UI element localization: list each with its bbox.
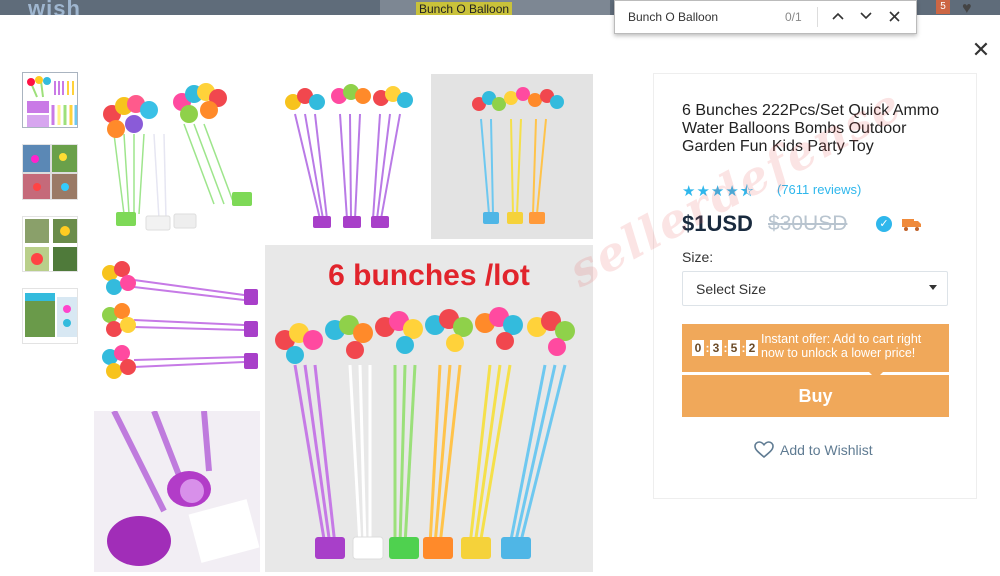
- reviews-link[interactable]: (7611 reviews): [777, 182, 861, 197]
- cart-count-badge: 5: [936, 0, 950, 14]
- instant-offer-banner[interactable]: 0 : 3 : 5 : 2 Instant offer: Add to cart…: [682, 324, 949, 372]
- find-separator: [817, 7, 818, 27]
- thumbnail-2[interactable]: [22, 144, 78, 200]
- countdown-timer: 0 : 3 : 5 : 2: [692, 340, 759, 356]
- chevron-up-icon[interactable]: [827, 5, 849, 27]
- verified-check-icon: ✓: [876, 216, 892, 232]
- product-info-panel: 6 Bunches 222Pcs/Set Quick Ammo Water Ba…: [653, 73, 977, 499]
- find-in-page-bar: Bunch O Balloon 0/1: [614, 0, 917, 34]
- close-icon[interactable]: ✕: [970, 39, 992, 62]
- thumbnail-4[interactable]: [22, 288, 78, 344]
- offer-text: Instant offer: Add to cart right now to …: [761, 332, 922, 360]
- shipping-truck-icon: [901, 216, 923, 237]
- main-product-image: 6 bunches /lot: [94, 74, 593, 572]
- image-tile-6: 6 bunches /lot: [265, 245, 593, 572]
- wishlist-label: Add to Wishlist: [780, 442, 873, 458]
- image-banner-text: 6 bunches /lot: [328, 259, 530, 292]
- image-tile-1: [94, 74, 260, 239]
- thumbnail-3[interactable]: [22, 216, 78, 272]
- product-modal: 6 bunches /lot 6 Bunches 222Pcs/Set Quic…: [0, 15, 1000, 576]
- image-tile-2: [265, 74, 425, 239]
- image-tile-4: [94, 245, 260, 405]
- timer-digit: 0: [692, 340, 704, 356]
- add-to-wishlist-button[interactable]: Add to Wishlist: [754, 441, 873, 459]
- image-tile-5: [94, 411, 260, 572]
- thumbnail-list: [22, 72, 78, 360]
- size-select[interactable]: Select Size: [682, 271, 948, 306]
- current-price: $1USD: [682, 211, 753, 236]
- image-tile-3: [431, 74, 593, 239]
- original-price: $30USD: [768, 212, 848, 235]
- timer-digit: 3: [710, 340, 722, 356]
- find-input[interactable]: Bunch O Balloon: [628, 10, 718, 24]
- background-search-text: Bunch O Balloon: [416, 2, 513, 16]
- size-label: Size:: [682, 249, 714, 265]
- product-title: 6 Bunches 222Pcs/Set Quick Ammo Water Ba…: [682, 102, 940, 155]
- buy-button[interactable]: Buy: [682, 375, 949, 417]
- timer-digit: 5: [728, 340, 740, 356]
- close-icon[interactable]: [883, 5, 905, 27]
- thumbnail-1[interactable]: [22, 72, 78, 128]
- rating-stars: ★★★★⯪: [682, 183, 755, 200]
- find-match-count: 0/1: [785, 10, 802, 24]
- heart-outline-icon: [754, 441, 774, 459]
- dropdown-arrow-icon: [929, 285, 937, 290]
- size-select-value: Select Size: [696, 281, 767, 297]
- chevron-down-icon[interactable]: [855, 5, 877, 27]
- timer-digit: 2: [746, 340, 758, 356]
